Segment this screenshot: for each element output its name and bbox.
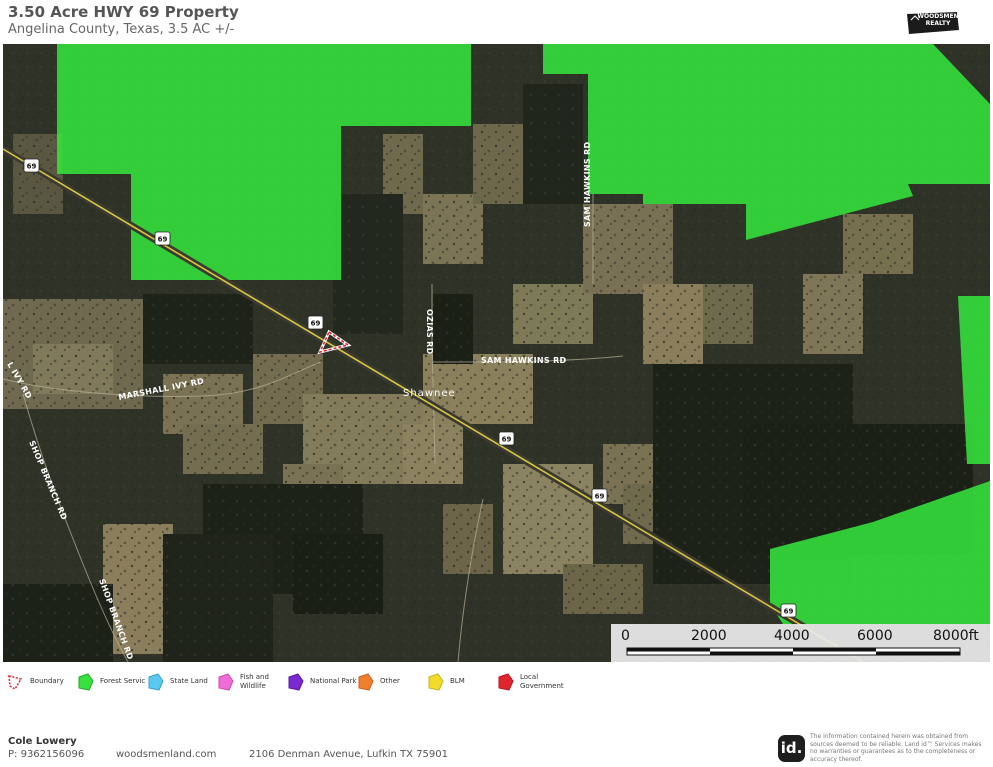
land-id-logo: id. [778,735,805,762]
svg-text:69: 69 [595,493,605,501]
national-park-swatch-icon [288,673,304,691]
legend-label-other: Other [380,677,400,685]
map-view[interactable]: 69 69 69 69 69 69 SAM HAWKINS RD SAM HAW… [3,44,990,662]
fish-wildlife-swatch-icon [218,673,234,691]
svg-text:69: 69 [27,163,37,171]
svg-text:69: 69 [502,436,512,444]
scale-bar-ruler [626,647,961,656]
local-government-swatch-icon [498,673,514,691]
header: 3.50 Acre HWY 69 Property Angelina Count… [0,0,993,44]
map-legend: Boundary Forest Servic State Land Fish a… [0,668,993,698]
legend-label-national-park: National Park [310,677,357,685]
road-label-sam-hawkins-vertical: SAM HAWKINS RD [583,141,592,227]
legend-label-blm: BLM [450,677,465,685]
agent-phone: P: 9362156096 [8,749,85,760]
svg-text:69: 69 [311,320,321,328]
other-swatch-icon [358,673,374,691]
disclaimer-text: The information contained herein was obt… [810,733,982,763]
woodsmen-realty-logo: WOODSMEN REALTY [903,10,961,36]
legend-label-boundary: Boundary [30,677,64,685]
legend-label-fish-wildlife: Fish and Wildlife [240,673,269,690]
agent-name: Cole Lowery [8,736,77,747]
place-label-shawnee: Shawnee [403,388,456,399]
footer: Cole Lowery P: 9362156096 woodsmenland.c… [0,730,993,767]
legend-label-local-government: Local Government [520,673,564,690]
road-label-sam-hawkins-horizontal: SAM HAWKINS RD [481,356,567,365]
page-title: 3.50 Acre HWY 69 Property [8,3,239,21]
satellite-map: 69 69 69 69 69 69 SAM HAWKINS RD SAM HAW… [3,44,990,662]
forest-service-swatch-icon [78,673,94,691]
hwy-shield-3: 69 [307,315,324,330]
website-link[interactable]: woodsmenland.com [116,749,216,760]
state-land-swatch-icon [148,673,164,691]
svg-text:69: 69 [784,608,794,616]
hwy-shield-6: 69 [780,603,797,618]
hwy-shield-5: 69 [591,488,608,503]
blm-swatch-icon [428,673,444,691]
hwy-shield-2: 69 [154,231,171,246]
road-label-ozias: OZIAS RD [425,309,434,355]
boundary-outline-icon [8,675,23,691]
hwy-shield-1: 69 [23,158,40,173]
scale-bar: 0 2000 4000 6000 8000ft [611,624,990,662]
hwy-shield-4: 69 [498,431,515,446]
page-subtitle: Angelina County, Texas, 3.5 AC +/- [8,22,235,37]
office-address: 2106 Denman Avenue, Lufkin TX 75901 [249,749,449,760]
svg-text:69: 69 [158,236,168,244]
legend-label-forest-service: Forest Servic [100,677,146,685]
legend-label-state-land: State Land [170,677,208,685]
brand-logo-text: WOODSMEN REALTY [917,13,959,27]
